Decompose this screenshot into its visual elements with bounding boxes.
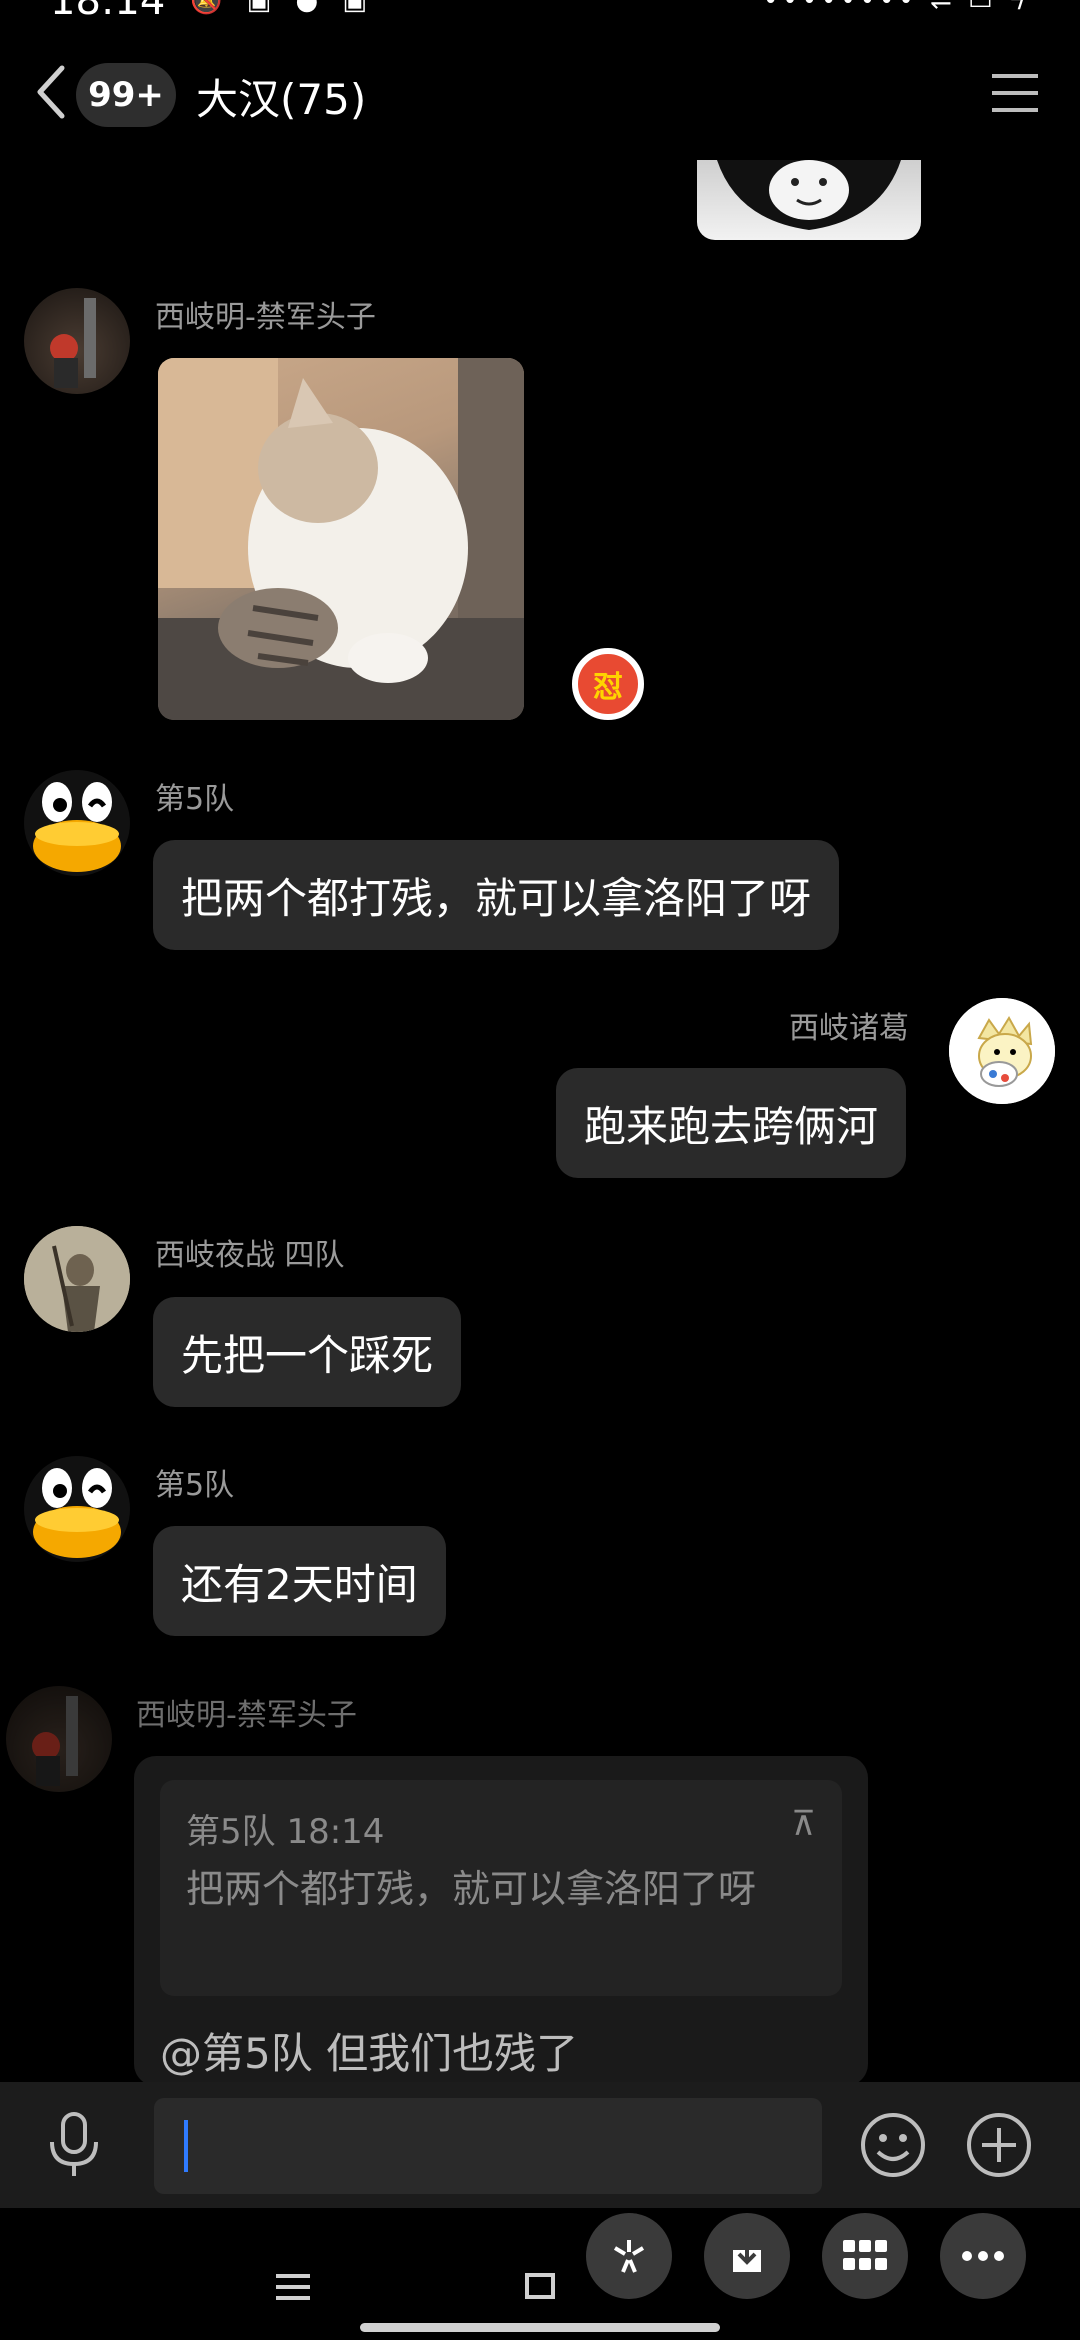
more-button[interactable] bbox=[940, 2213, 1026, 2299]
avatar[interactable] bbox=[949, 998, 1055, 1104]
sender-name: 西岐明-禁军头子 bbox=[136, 1698, 357, 1733]
text-caret bbox=[184, 2120, 188, 2172]
avatar[interactable] bbox=[24, 1226, 130, 1332]
emoji-button[interactable] bbox=[858, 2110, 928, 2180]
chat-title[interactable]: 大汉(75) bbox=[196, 66, 366, 127]
avatar[interactable] bbox=[24, 288, 130, 394]
warrior-avatar bbox=[24, 1226, 130, 1332]
plus-icon bbox=[967, 2113, 1031, 2177]
status-right-icons: •••••••• ⇌ ▭ ϟ bbox=[763, 0, 1030, 16]
notification-icons: 🔕 ▣ ● ▣ bbox=[190, 0, 375, 16]
cat-photo bbox=[158, 358, 524, 720]
input-bar bbox=[0, 2082, 1080, 2208]
sparkle-button[interactable] bbox=[586, 2213, 672, 2299]
message-bubble-self[interactable]: 跑来跑去跨俩河 bbox=[556, 1068, 907, 1178]
reaction-sticker[interactable]: 怼 bbox=[572, 648, 644, 720]
quoted-message[interactable]: 第5队 18:14 ⊼ 把两个都打残，就可以拿洛阳了呀 bbox=[160, 1780, 842, 1996]
cat-image-message[interactable] bbox=[158, 358, 524, 720]
status-time: 18:14 bbox=[50, 0, 166, 24]
quote-meta: 第5队 18:14 bbox=[186, 1812, 385, 1852]
penguin-avatar bbox=[24, 770, 130, 876]
menu-button[interactable] bbox=[990, 72, 1040, 114]
quote-text: 把两个都打残，就可以拿洛阳了呀 bbox=[186, 1867, 757, 1911]
reply-text: @第5队 但我们也残了 bbox=[160, 2029, 579, 2078]
avatar[interactable] bbox=[24, 1456, 130, 1562]
sparkle-icon bbox=[613, 2240, 645, 2273]
navigation-bar bbox=[0, 2208, 1080, 2340]
reply-message-card[interactable]: 第5队 18:14 ⊼ 把两个都打残，就可以拿洛阳了呀 @第5队 但我们也残了 bbox=[134, 1756, 868, 2086]
togepi-avatar bbox=[949, 998, 1055, 1104]
more-icon bbox=[962, 2251, 1004, 2261]
message-bubble[interactable]: 把两个都打残，就可以拿洛阳了呀 bbox=[153, 840, 840, 950]
emoji-icon bbox=[861, 2113, 925, 2177]
sender-name: 第5队 bbox=[155, 782, 235, 817]
avatar[interactable] bbox=[24, 770, 130, 876]
voice-button[interactable] bbox=[44, 2110, 104, 2180]
back-button[interactable] bbox=[32, 62, 72, 122]
plus-button[interactable] bbox=[964, 2110, 1034, 2180]
nav-home-icon bbox=[525, 2273, 555, 2299]
sender-name: 第5队 bbox=[155, 1468, 235, 1503]
previous-image-message[interactable] bbox=[697, 160, 921, 240]
download-button[interactable] bbox=[704, 2213, 790, 2299]
grid-icon bbox=[843, 2240, 887, 2270]
sender-name: 西岐明-禁军头子 bbox=[155, 300, 376, 335]
menu-icon bbox=[992, 74, 1038, 112]
voice-icon bbox=[50, 2112, 98, 2176]
nav-menu-icon bbox=[276, 2274, 310, 2300]
nav-home-button[interactable] bbox=[524, 2272, 556, 2300]
meme-image bbox=[717, 160, 901, 230]
message-bubble[interactable]: 还有2天时间 bbox=[153, 1526, 446, 1636]
status-bar: 18:14 🔕 ▣ ● ▣ •••••••• ⇌ ▭ ϟ bbox=[0, 0, 1080, 40]
penguin-avatar bbox=[24, 1456, 130, 1562]
avatar[interactable] bbox=[6, 1686, 112, 1792]
nav-menu-button[interactable] bbox=[276, 2272, 310, 2302]
jump-to-quote-icon[interactable]: ⊼ bbox=[791, 1804, 816, 1844]
grid-button[interactable] bbox=[822, 2213, 908, 2299]
home-indicator[interactable] bbox=[360, 2323, 720, 2332]
sender-name: 西岐诸葛 bbox=[789, 1011, 909, 1046]
avatar-photo bbox=[32, 1696, 78, 1786]
download-icon bbox=[733, 2240, 761, 2272]
unread-badge[interactable]: 99+ bbox=[76, 63, 176, 127]
back-icon bbox=[37, 65, 65, 119]
message-bubble[interactable]: 先把一个踩死 bbox=[153, 1297, 462, 1407]
message-input[interactable] bbox=[154, 2098, 822, 2194]
avatar-photo bbox=[50, 298, 96, 388]
sender-name: 西岐夜战 四队 bbox=[155, 1238, 345, 1273]
